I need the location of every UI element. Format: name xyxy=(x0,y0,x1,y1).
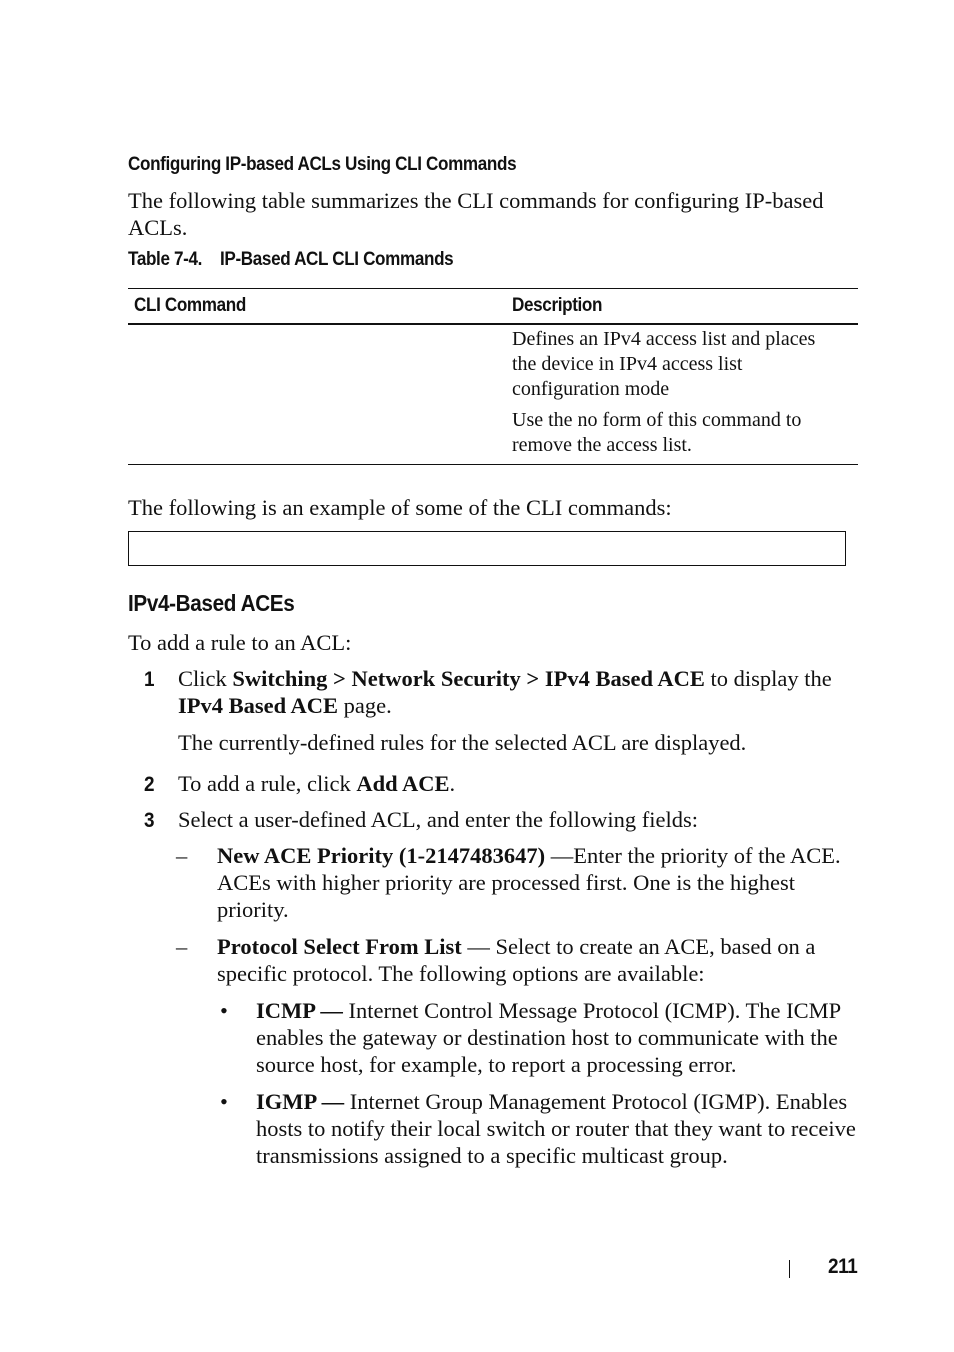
step-note: The currently-defined rules for the sele… xyxy=(178,730,747,755)
column-header-description: Description xyxy=(512,295,603,316)
subsection-heading: IPv4-Based ACEs xyxy=(128,590,295,616)
step-number: 2 xyxy=(144,773,155,796)
protocol-term: IGMP — xyxy=(256,1089,345,1114)
field-description: New ACE Priority (1-2147483647) —Enter t… xyxy=(217,842,856,923)
dash-marker: – xyxy=(176,843,188,868)
step-text-part: To add a rule, click xyxy=(178,771,357,796)
field-item: – Protocol Select From List — Select to … xyxy=(176,933,856,987)
protocol-item: • IGMP — Internet Group Management Proto… xyxy=(216,1088,856,1169)
field-separator: — xyxy=(545,843,574,868)
section-heading: Configuring IP-based ACLs Using CLI Comm… xyxy=(128,154,517,175)
step-number: 3 xyxy=(144,809,155,832)
field-separator: — xyxy=(461,934,496,959)
step-item: 2 To add a rule, click Add ACE. xyxy=(128,770,858,797)
description-paragraph: Defines an IPv4 access list and places t… xyxy=(512,328,816,400)
field-item: – New ACE Priority (1-2147483647) —Enter… xyxy=(176,842,856,923)
step-text: To add a rule, click Add ACE. xyxy=(178,770,838,797)
table-caption-number: Table 7-4. xyxy=(128,249,203,270)
protocol-description: IGMP — Internet Group Management Protoco… xyxy=(256,1088,856,1169)
column-header-cli-command: CLI Command xyxy=(134,295,246,316)
button-name: Add ACE xyxy=(356,771,450,796)
footer-divider xyxy=(789,1260,790,1278)
table-caption: Table 7-4. IP-Based ACL CLI Commands xyxy=(128,249,454,271)
protocol-text: Internet Control Message Protocol (ICMP)… xyxy=(256,998,841,1077)
step-text: Click Switching > Network Security > IPv… xyxy=(178,665,838,756)
step-text-part: page. xyxy=(338,693,392,718)
description-paragraph: Use the no form of this command to remov… xyxy=(512,409,802,456)
field-description: Protocol Select From List — Select to cr… xyxy=(217,933,856,987)
protocol-term: ICMP — xyxy=(256,998,343,1023)
step-text: Select a user-defined ACL, and enter the… xyxy=(178,806,838,833)
table-row: Defines an IPv4 access list and places t… xyxy=(128,325,858,465)
subsection-lead: To add a rule to an ACL: xyxy=(128,630,352,655)
table-header-row: CLI Command Description xyxy=(128,289,858,325)
table-cell-description: Defines an IPv4 access list and places t… xyxy=(512,327,858,458)
step-text-part: to display the xyxy=(704,666,832,691)
field-term: New ACE Priority (1-2147483647) xyxy=(217,843,546,868)
table-caption-title: IP-Based ACL CLI Commands xyxy=(220,249,454,270)
field-term: Protocol Select From List xyxy=(217,934,462,959)
cli-example-box xyxy=(128,531,846,566)
step-text-part: . xyxy=(449,771,456,796)
page-number: 211 xyxy=(828,1255,858,1278)
cli-commands-table: CLI Command Description Defines an IPv4 … xyxy=(128,288,858,465)
dash-marker: – xyxy=(176,934,188,959)
section-intro: The following table summarizes the CLI c… xyxy=(128,188,824,240)
step-number: 1 xyxy=(144,668,155,691)
page-name: IPv4 Based ACE xyxy=(178,693,339,718)
protocol-description: ICMP — Internet Control Message Protocol… xyxy=(256,997,856,1078)
bullet-marker: • xyxy=(220,998,228,1023)
step-item: 3 Select a user-defined ACL, and enter t… xyxy=(128,806,858,833)
table-cell-command xyxy=(128,327,512,458)
step-text-part: Click xyxy=(178,666,233,691)
menu-path: Switching > Network Security > IPv4 Base… xyxy=(232,666,705,691)
step-text-part: Select a user-defined ACL, and enter the… xyxy=(178,807,699,832)
example-intro: The following is an example of some of t… xyxy=(128,495,672,520)
bullet-marker: • xyxy=(220,1089,228,1114)
protocol-text: Internet Group Management Protocol (IGMP… xyxy=(256,1089,856,1168)
protocol-item: • ICMP — Internet Control Message Protoc… xyxy=(216,997,856,1078)
step-item: 1 Click Switching > Network Security > I… xyxy=(128,665,858,756)
